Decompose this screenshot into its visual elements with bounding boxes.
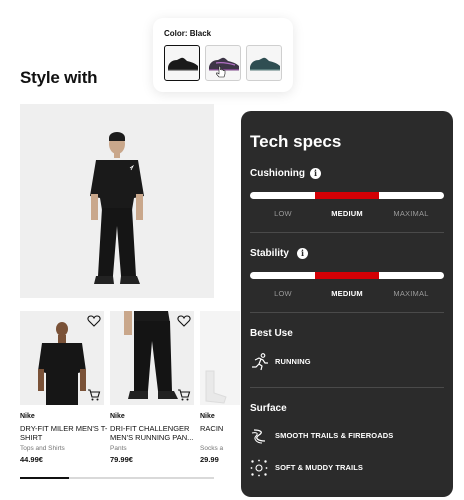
add-to-cart-icon[interactable] [87, 388, 101, 402]
cushioning-bar-fill [315, 192, 379, 199]
product-brand: Nike [110, 413, 125, 420]
model-figure-icon [90, 132, 144, 284]
divider [250, 312, 444, 313]
favorite-heart-icon[interactable] [87, 314, 101, 328]
surface-label: Surface [250, 403, 287, 414]
stability-bar [250, 272, 444, 279]
add-to-cart-icon[interactable] [177, 388, 191, 402]
product-name[interactable]: RACIN [200, 424, 240, 433]
product-image[interactable] [200, 311, 240, 405]
product-card-partial[interactable]: Nike RACIN Socks a 29.99 [200, 311, 240, 471]
stability-level-maximal: MAXIMAL [393, 289, 429, 298]
cushioning-level-low: LOW [274, 209, 292, 218]
surface-text: SOFT & MUDDY TRAILS [275, 463, 364, 472]
cushioning-bar [250, 192, 444, 199]
carousel-scroll-thumb[interactable] [20, 477, 69, 479]
product-price: 79.99€ [110, 455, 133, 464]
stability-bar-fill [315, 272, 379, 279]
stability-level-low: LOW [274, 289, 292, 298]
best-use-item: RUNNING [250, 353, 444, 371]
shoe-black-icon [168, 57, 198, 71]
cushioning-info-icon[interactable]: i [310, 168, 321, 179]
color-swatch-purple[interactable] [205, 45, 241, 81]
cushioning-label: Cushioning [250, 168, 305, 179]
muddy-trails-icon [250, 459, 268, 477]
cushioning-levels: LOW MEDIUM MAXIMAL [250, 209, 444, 219]
pointer-cursor-icon [216, 66, 226, 78]
shoe-teal-icon [250, 57, 280, 71]
product-image[interactable] [110, 311, 194, 405]
cushioning-level-maximal: MAXIMAL [393, 209, 429, 218]
divider [250, 387, 444, 388]
runner-icon [252, 353, 268, 371]
product-name[interactable]: DRY-FIT MILER MEN'S T-SHIRT [20, 424, 110, 442]
stability-levels: LOW MEDIUM MAXIMAL [250, 289, 444, 299]
product-category: Pants [110, 445, 127, 452]
best-use-text: RUNNING [275, 357, 311, 366]
smooth-trails-icon [251, 429, 266, 444]
tech-specs-panel: Tech specs Cushioning i LOW MEDIUM MAXIM… [241, 111, 453, 497]
surface-item: SMOOTH TRAILS & FIREROADS [250, 427, 444, 445]
product-image[interactable] [20, 311, 104, 405]
color-picker-popup: Color: Black [153, 18, 293, 92]
socks-image-icon [205, 370, 227, 404]
cushioning-level-medium: MEDIUM [331, 209, 363, 218]
product-brand: Nike [200, 413, 215, 420]
surface-item: SOFT & MUDDY TRAILS [250, 459, 444, 477]
stability-label: Stability [250, 248, 289, 259]
product-brand: Nike [20, 413, 35, 420]
model-outfit-image[interactable] [20, 104, 214, 298]
product-price: 44.99€ [20, 455, 43, 464]
product-price: 29.99 [200, 455, 219, 464]
surface-text: SMOOTH TRAILS & FIREROADS [275, 431, 394, 440]
best-use-label: Best Use [250, 328, 293, 339]
favorite-heart-icon[interactable] [177, 314, 191, 328]
product-category: Tops and Shirts [20, 445, 65, 452]
product-name[interactable]: DRI-FIT CHALLENGER MEN'S RUNNING PAN... [110, 424, 200, 442]
stability-info-icon[interactable]: i [297, 248, 308, 259]
divider [250, 232, 444, 233]
tech-specs-title: Tech specs [250, 132, 342, 151]
color-swatch-black[interactable] [164, 45, 200, 81]
stability-level-medium: MEDIUM [331, 289, 363, 298]
style-with-title: Style with [20, 68, 98, 87]
color-swatch-teal[interactable] [246, 45, 282, 81]
carousel-scrollbar[interactable] [20, 477, 214, 479]
color-label: Color: Black [164, 29, 212, 38]
product-category: Socks a [200, 445, 224, 452]
